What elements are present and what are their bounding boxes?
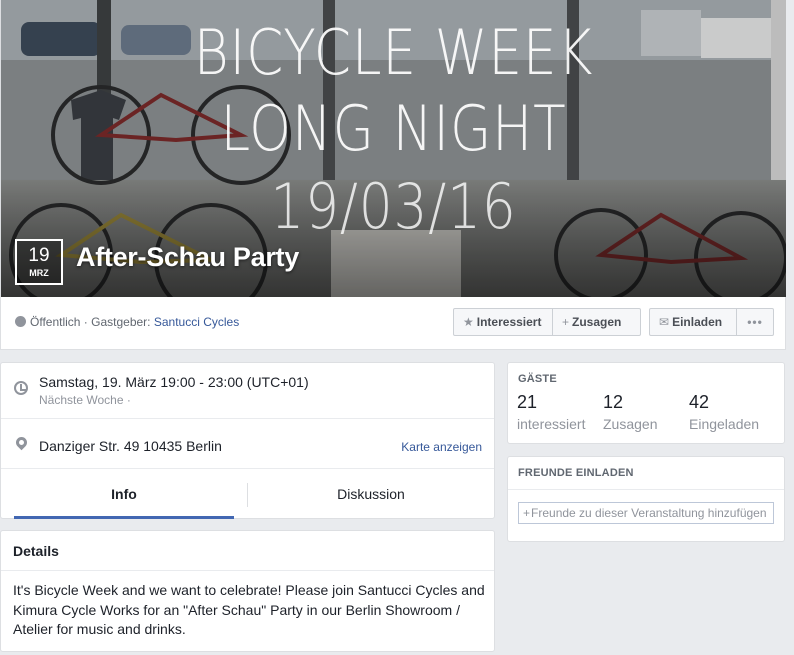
event-date-badge: 19 MRZ — [15, 239, 63, 285]
more-icon: ••• — [747, 315, 763, 329]
event-info-card: Samstag, 19. März 19:00 - 23:00 (UTC+01)… — [0, 362, 495, 519]
invite-friends-heading: FREUNDE EINLADEN — [518, 467, 634, 479]
guests-invited-count: 42 — [689, 392, 710, 412]
guests-card: GÄSTE 21 interessiert 12 Zusagen 42 Eing… — [507, 362, 785, 444]
guests-invited-stat[interactable]: 42 Eingeladen — [689, 391, 759, 435]
tab-discussion[interactable]: Diskussion — [248, 469, 494, 519]
invite-friends-input[interactable]: +Freunde zu dieser Veranstaltung hinzufü… — [518, 502, 774, 524]
more-options-button[interactable]: ••• — [737, 308, 774, 336]
guests-going-stat[interactable]: 12 Zusagen — [603, 391, 657, 435]
details-card: Details It's Bicycle Week and we want to… — [0, 530, 495, 652]
poster-line-2: LONG NIGHT — [220, 92, 567, 165]
guests-heading: GÄSTE — [518, 373, 557, 385]
location-pin-icon — [13, 434, 30, 451]
poster-line-3: 19/03/16 — [270, 170, 517, 243]
event-time: Samstag, 19. März 19:00 - 23:00 (UTC+01) — [39, 374, 309, 390]
plus-icon: + — [523, 506, 531, 520]
tab-info[interactable]: Info — [1, 469, 247, 519]
event-tabs: Info Diskussion — [1, 469, 494, 519]
guests-interested-count: 21 — [517, 392, 538, 412]
invite-divider — [508, 489, 784, 490]
invite-friends-placeholder: Freunde zu dieser Veranstaltung hinzufüg… — [531, 506, 767, 520]
event-date-month: MRZ — [29, 268, 49, 278]
guests-going-count: 12 — [603, 392, 624, 412]
details-description: It's Bicycle Week and we want to celebra… — [13, 582, 485, 637]
going-button[interactable]: + Zusagen — [553, 308, 641, 336]
cover-photo[interactable]: BICYCLE WEEK LONG NIGHT 19/03/16 19 MRZ … — [1, 0, 786, 297]
interested-button[interactable]: ★ Interessiert — [453, 308, 553, 336]
host-link[interactable]: Santucci Cycles — [154, 315, 239, 329]
clock-icon — [14, 381, 28, 395]
invite-button[interactable]: ✉ Einladen — [649, 308, 737, 336]
invite-friends-card: FREUNDE EINLADEN +Freunde zu dieser Vera… — [507, 456, 785, 542]
show-map-link[interactable]: Karte anzeigen — [401, 440, 482, 454]
going-button-label: Zusagen — [572, 315, 622, 329]
event-location-row[interactable]: Danziger Str. 49 10435 Berlin Karte anze… — [1, 419, 494, 469]
guests-invited-label: Eingeladen — [689, 416, 760, 432]
event-date-day: 19 — [28, 245, 50, 266]
details-heading: Details — [13, 543, 59, 559]
interested-button-label: Interessiert — [476, 315, 542, 329]
plus-icon: + — [562, 315, 570, 329]
guests-going-label: Zusagen — [603, 416, 658, 432]
details-divider — [1, 570, 494, 571]
privacy-label: Öffentlich · Gastgeber: — [30, 315, 154, 329]
envelope-icon: ✉ — [659, 315, 670, 329]
star-icon: ★ — [463, 315, 474, 329]
event-meta-bar: Öffentlich · Gastgeber: Santucci Cycles … — [1, 297, 786, 350]
event-time-relative: Nächste Woche · — [39, 393, 131, 407]
poster-line-1: BICYCLE WEEK — [193, 16, 594, 89]
event-address: Danziger Str. 49 10435 Berlin — [39, 438, 222, 454]
globe-icon — [15, 316, 26, 327]
guests-interested-stat[interactable]: 21 interessiert — [517, 391, 585, 435]
invite-button-label: Einladen — [672, 315, 723, 329]
event-privacy-host: Öffentlich · Gastgeber: Santucci Cycles — [15, 315, 239, 329]
event-title[interactable]: After-Schau Party — [76, 242, 299, 273]
event-time-row[interactable]: Samstag, 19. März 19:00 - 23:00 (UTC+01)… — [1, 363, 494, 419]
guests-interested-label: interessiert — [517, 416, 586, 432]
event-header-card: BICYCLE WEEK LONG NIGHT 19/03/16 19 MRZ … — [0, 0, 786, 350]
